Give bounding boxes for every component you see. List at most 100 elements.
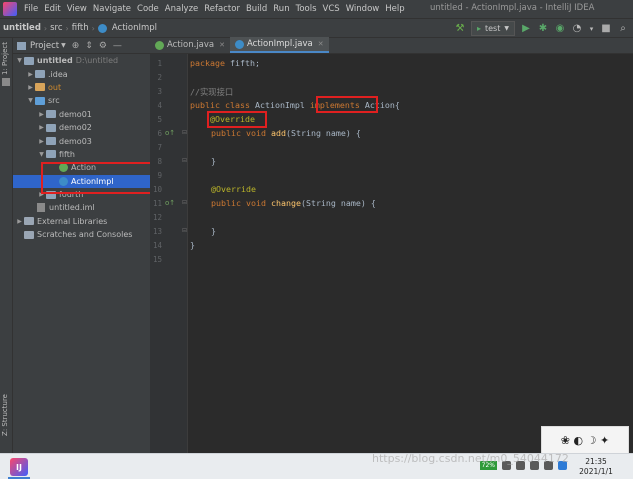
debug-icon[interactable]: ✱ [537,23,549,35]
tree-item-fifth[interactable]: ▼ fifth [13,148,150,161]
code-method-name: add [270,128,286,138]
left-tool-strip: 1: Project Z: Structure [0,38,13,453]
run-configuration-select[interactable]: ▸ test ▼ [470,21,515,36]
fold-marker-icon[interactable]: ⊟ [182,129,187,136]
tab-action-java[interactable]: Action.java ✕ [150,37,230,53]
tree-item-action[interactable]: Action [13,161,150,174]
tree-item-actionimpl[interactable]: ActionImpl [13,174,150,188]
line-number: 9 [157,171,162,180]
intellij-taskbar-icon[interactable]: IJ [10,458,28,476]
fold-marker-icon[interactable]: ⊟ [182,227,187,234]
tree-item-label: demo02 [59,123,92,133]
menu-code[interactable]: Code [134,4,162,14]
tree-item-idea[interactable]: ▶ .idea [13,67,150,80]
target-locate-icon[interactable]: ⊕ [72,41,80,51]
line-number: 3 [157,87,162,96]
breadcrumb-project[interactable]: untitled [0,23,44,33]
system-clock[interactable]: 21:35 2021/1/1 [569,457,623,477]
breadcrumb-fifth[interactable]: fifth [69,23,92,33]
close-icon[interactable]: ✕ [219,41,225,49]
code-keyword: package [190,58,225,68]
fold-marker-icon[interactable]: ⊟ [182,199,187,206]
fold-marker-icon[interactable]: ⊟ [182,157,187,164]
hammer-build-icon[interactable]: ⚒ [454,23,466,35]
menu-navigate[interactable]: Navigate [90,4,134,14]
tree-item-demo02[interactable]: ▶ demo02 [13,121,150,134]
collapsed-arrow-icon[interactable]: ▶ [26,84,35,91]
collapsed-arrow-icon[interactable]: ▶ [37,191,46,198]
menu-build[interactable]: Build [243,4,270,14]
run-toolbar: ⚒ ▸ test ▼ ▶ ✱ ◉ ◔ ▾ ■ ⌕ [454,21,629,36]
favorites-icon[interactable] [2,78,10,86]
search-icon[interactable]: ⌕ [617,23,629,35]
editor-gutter[interactable]: 1 2 3 4 5 6 7 8 9 10 11 12 13 14 15 o↑ o… [150,54,188,453]
more-chevron-down-icon[interactable]: ▾ [588,23,595,35]
tree-item-out[interactable]: ▶ out [13,81,150,94]
tree-item-scratches[interactable]: Scratches and Consoles [13,228,150,241]
code-method-name: change [270,198,301,208]
tree-item-external-libraries[interactable]: ▶ External Libraries [13,215,150,228]
expanded-arrow-icon[interactable]: ▼ [15,57,24,64]
stop-icon[interactable]: ■ [600,23,612,35]
hide-panel-icon[interactable]: — [113,41,122,51]
tree-item-demo03[interactable]: ▶ demo03 [13,134,150,147]
line-number: 5 [157,115,162,124]
tree-item-label: demo03 [59,136,92,146]
override-marker-icon[interactable]: o↑ [165,129,175,137]
code-comment: //实现接口 [190,87,234,97]
project-tool-window-button[interactable]: 1: Project [1,42,9,75]
code-line-10: @Override [211,184,256,194]
line-number: 7 [157,143,162,152]
collapsed-arrow-icon[interactable]: ▶ [37,111,46,118]
collapsed-arrow-icon[interactable]: ▶ [37,124,46,131]
tree-item-demo01[interactable]: ▶ demo01 [13,108,150,121]
menu-help[interactable]: Help [382,4,407,14]
breadcrumb-separator-icon: › [91,23,95,33]
menu-vcs[interactable]: VCS [320,4,343,14]
menu-view[interactable]: View [64,4,90,14]
breadcrumb-actionimpl[interactable]: ActionImpl [109,23,160,33]
expanded-arrow-icon[interactable]: ▼ [37,151,46,158]
code-editor[interactable]: package fifth; //实现接口 public class Actio… [190,54,633,453]
chevron-down-icon: ▼ [504,25,509,32]
tree-item-untitled-iml[interactable]: untitled.iml [13,201,150,214]
collapse-all-icon[interactable]: ⇕ [85,41,93,51]
coverage-icon[interactable]: ◉ [554,23,566,35]
line-number: 4 [157,101,162,110]
code-line-4: public class ActionImpl implements Actio… [190,100,400,110]
code-line-1: package fifth; [190,58,260,68]
tree-item-untitled[interactable]: ▼ untitled D:\untitled [13,54,150,67]
override-marker-icon[interactable]: o↑ [165,199,175,207]
breadcrumb-src[interactable]: src [47,23,65,33]
gear-icon[interactable]: ⚙ [99,41,107,51]
expanded-arrow-icon[interactable]: ▼ [26,97,35,104]
menu-analyze[interactable]: Analyze [162,4,202,14]
tree-item-label: out [48,82,62,92]
tree-item-src[interactable]: ▼ src [13,94,150,107]
menu-window[interactable]: Window [343,4,383,14]
menu-refactor[interactable]: Refactor [201,4,243,14]
menu-edit[interactable]: Edit [41,4,63,14]
project-view-selector[interactable]: Project [26,41,59,51]
collapsed-arrow-icon[interactable]: ▶ [37,138,46,145]
structure-tool-window-button[interactable]: Z: Structure [1,394,9,436]
chevron-down-icon[interactable]: ▼ [61,42,66,49]
menu-file[interactable]: File [21,4,41,14]
code-text: fifth; [224,58,260,68]
sticker-image: ❀ ◐ ☽ ✦ [541,426,629,454]
collapsed-arrow-icon[interactable]: ▶ [15,218,24,225]
menu-run[interactable]: Run [270,4,292,14]
menu-tools[interactable]: Tools [293,4,320,14]
tab-actionimpl-java[interactable]: ActionImpl.java ✕ [230,37,329,53]
project-folder-icon [24,56,34,65]
code-class-name: ActionImpl [249,100,310,110]
collapsed-arrow-icon[interactable]: ▶ [26,71,35,78]
code-keyword: class [224,100,250,110]
profile-icon[interactable]: ◔ [571,23,583,35]
tree-item-fourth[interactable]: ▶ fourth [13,188,150,201]
tab-label: ActionImpl.java [247,39,313,49]
tree-item-label: Scratches and Consoles [37,230,133,240]
run-configuration-label: test [485,24,501,33]
run-icon[interactable]: ▶ [520,23,532,35]
close-icon[interactable]: ✕ [318,40,324,48]
